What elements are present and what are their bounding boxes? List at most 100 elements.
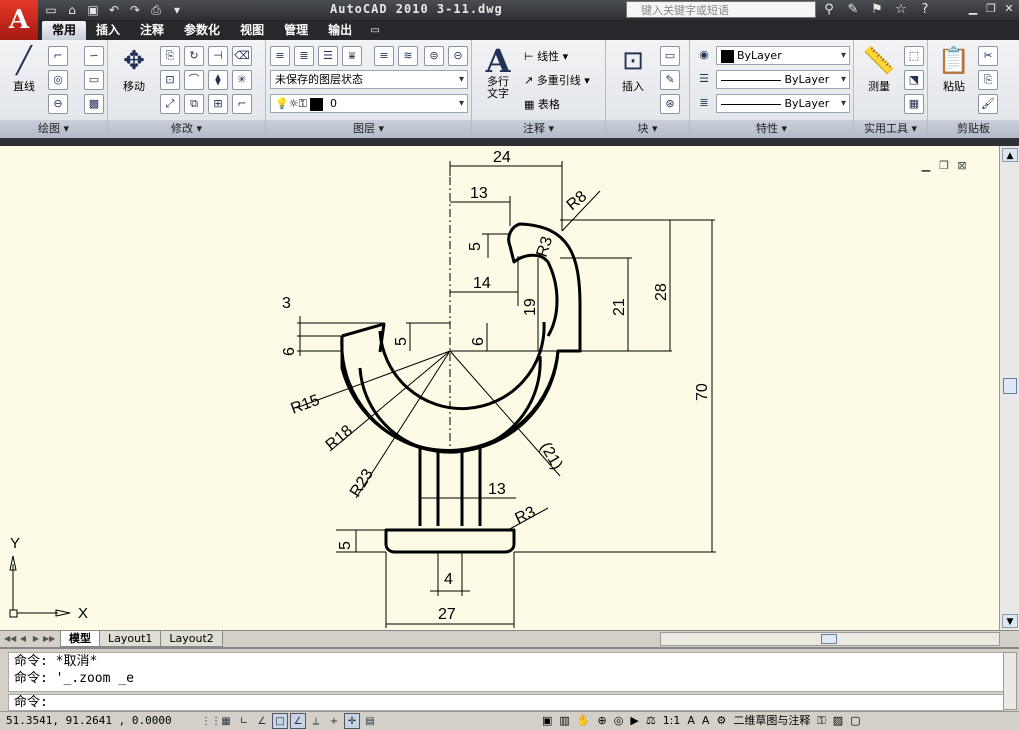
drawing-canvas[interactable]: ▁ ❐ ⊠ 24 13 5 14 19 21 28 70 3 6 5 6 R8 … <box>0 146 999 630</box>
layer-current-dropdown[interactable]: 💡☼⚿ 0 <box>270 94 468 113</box>
layer-state-dropdown[interactable]: 未保存的图层状态 <box>270 70 468 89</box>
grid-display-icon[interactable]: ▦ <box>218 713 234 729</box>
ellipse-icon[interactable]: ⊖ <box>48 94 68 114</box>
app-menu-button[interactable]: A <box>0 0 38 40</box>
layer-properties-icon[interactable]: ≡ <box>270 46 290 66</box>
first-layout-icon[interactable]: ◀◀ <box>4 632 16 646</box>
polyline-icon[interactable]: ⌐ <box>48 46 68 66</box>
close-button[interactable]: ✕ <box>1001 2 1017 16</box>
mirror-icon[interactable]: ⧫ <box>208 70 228 90</box>
tab-output[interactable]: 输出 <box>318 21 362 40</box>
scroll-down-icon[interactable]: ▼ <box>1002 614 1018 628</box>
communication-center-icon[interactable]: ⚑ <box>868 1 886 19</box>
panel-draw-title[interactable]: 绘图 ▾ <box>0 120 107 138</box>
ortho-mode-icon[interactable]: ∟ <box>236 713 252 729</box>
coordinate-display[interactable]: 51.3541, 91.2641 , 0.0000 <box>6 714 172 727</box>
array-icon[interactable]: ⊞ <box>208 94 228 114</box>
annotation-scale-icon[interactable]: ⚖ <box>644 713 658 729</box>
open-folder-icon[interactable]: ⌂ <box>63 1 81 19</box>
tab-view[interactable]: 视图 <box>230 21 274 40</box>
tab-annotate[interactable]: 注释 <box>130 21 174 40</box>
dynamic-input-icon[interactable]: + <box>326 713 342 729</box>
copy-clip-icon[interactable]: ⎘ <box>978 70 998 90</box>
copy-icon[interactable]: ⎘ <box>160 46 180 66</box>
prev-layout-icon[interactable]: ◀ <box>17 632 29 646</box>
command-scrollbar[interactable] <box>1003 652 1017 710</box>
linear-dim-button[interactable]: ⊢ 线性 ▾ <box>524 48 568 64</box>
match-properties-icon[interactable]: 🖌 <box>978 94 998 114</box>
polar-tracking-icon[interactable]: ∠ <box>254 713 270 729</box>
tab-layout2[interactable]: Layout2 <box>160 631 223 647</box>
spline-icon[interactable]: ∽ <box>84 46 104 66</box>
rotate-icon[interactable]: ↻ <box>184 46 204 66</box>
layout-view-icon[interactable]: ▥ <box>557 713 571 729</box>
cut-icon[interactable]: ✂ <box>978 46 998 66</box>
lineweight-dropdown[interactable]: ByLayer <box>716 94 850 113</box>
table-button[interactable]: ▦ 表格 <box>524 96 560 112</box>
layer-lock-icon[interactable]: ⊜ <box>424 46 444 66</box>
rectangle-icon[interactable]: ▭ <box>84 70 104 90</box>
layer-off-icon[interactable]: ≡ <box>374 46 394 66</box>
hatch-icon[interactable]: ▩ <box>84 94 104 114</box>
move-button[interactable]: ✥ 移动 <box>114 44 154 94</box>
print-icon[interactable]: ⎙ <box>147 1 165 19</box>
paste-button[interactable]: 📋 粘贴 <box>934 44 974 94</box>
horizontal-scrollbar[interactable] <box>660 632 1000 646</box>
linetype-icon[interactable]: ☰ <box>694 70 714 90</box>
workspace-gear-icon[interactable]: ⚙ <box>714 713 728 729</box>
panel-layers-title[interactable]: 图层 ▾ <box>266 120 471 138</box>
annotation-visibility-icon[interactable]: A <box>685 713 697 729</box>
redo-icon[interactable]: ↷ <box>126 1 144 19</box>
layer-previous-icon[interactable]: ☰ <box>318 46 338 66</box>
mtext-button[interactable]: A 多行 文字 <box>478 42 518 100</box>
command-input[interactable]: 命令: <box>8 694 1004 711</box>
select-similar-icon[interactable]: ⬔ <box>904 70 924 90</box>
snap-mode-icon[interactable]: ⋮⋮ <box>200 713 221 729</box>
circle-icon[interactable]: ◎ <box>48 70 68 90</box>
undo-icon[interactable]: ↶ <box>105 1 123 19</box>
panel-utilities-title[interactable]: 实用工具 ▾ <box>854 120 927 138</box>
lineweight-icon[interactable]: ≣ <box>694 94 714 114</box>
attribute-icon[interactable]: ⊛ <box>660 94 680 114</box>
tab-layout1[interactable]: Layout1 <box>99 631 162 647</box>
workspace-switch[interactable]: 二维草图与注释 <box>731 713 812 729</box>
panel-properties-title[interactable]: 特性 ▾ <box>690 120 853 138</box>
mleader-button[interactable]: ↗ 多重引线 ▾ <box>524 72 590 88</box>
object-snap-tracking-icon[interactable]: ∠ <box>290 713 306 729</box>
line-button[interactable]: ╱ 直线 <box>4 44 44 94</box>
horizontal-scroll-thumb[interactable] <box>821 634 837 644</box>
offset-icon[interactable]: ⧉ <box>184 94 204 114</box>
last-layout-icon[interactable]: ▶▶ <box>43 632 55 646</box>
erase-icon[interactable]: ⌫ <box>232 46 252 66</box>
lock-toolbar-icon[interactable]: ⚿ <box>815 713 827 729</box>
edit-block-icon[interactable]: ✎ <box>660 70 680 90</box>
stretch-icon[interactable]: ⊡ <box>160 70 180 90</box>
ducs-icon[interactable]: ⟂ <box>308 713 324 729</box>
restore-button[interactable]: ❐ <box>983 2 999 16</box>
vertical-scroll-thumb[interactable] <box>1003 378 1017 394</box>
linetype-dropdown[interactable]: ByLayer <box>716 70 850 89</box>
color-dropdown[interactable]: ByLayer <box>716 46 850 65</box>
hardware-accel-icon[interactable]: ▨ <box>831 713 845 729</box>
quick-select-icon[interactable]: ⬚ <box>904 46 924 66</box>
tab-model[interactable]: 模型 <box>60 631 100 647</box>
panel-block-title[interactable]: 块 ▾ <box>606 120 689 138</box>
steering-wheel-icon[interactable]: ◎ <box>612 713 626 729</box>
measure-button[interactable]: 📏 测量 <box>858 44 900 94</box>
fillet-icon[interactable]: ⌒ <box>184 70 204 90</box>
qat-dropdown-icon[interactable]: ▾ <box>168 1 186 19</box>
help-search-input[interactable]: 键入关键字或短语 <box>626 1 816 18</box>
tab-insert[interactable]: 插入 <box>86 21 130 40</box>
ribbon-minimize-icon[interactable]: ▭ <box>362 21 388 40</box>
trim-icon[interactable]: ⊣ <box>208 46 228 66</box>
create-block-icon[interactable]: ▭ <box>660 46 680 66</box>
panel-annotation-title[interactable]: 注释 ▾ <box>472 120 605 138</box>
help-icon[interactable]: ? <box>916 1 934 19</box>
zoom-icon[interactable]: ⊕ <box>596 713 609 729</box>
binoculars-icon[interactable]: ⚲ <box>820 1 838 19</box>
annotation-scale-value[interactable]: 1:1 <box>661 713 683 729</box>
tab-home[interactable]: 常用 <box>42 21 87 40</box>
scroll-up-icon[interactable]: ▲ <box>1002 148 1018 162</box>
new-file-icon[interactable]: ▭ <box>42 1 60 19</box>
color-wheel-icon[interactable]: ◉ <box>694 46 714 66</box>
